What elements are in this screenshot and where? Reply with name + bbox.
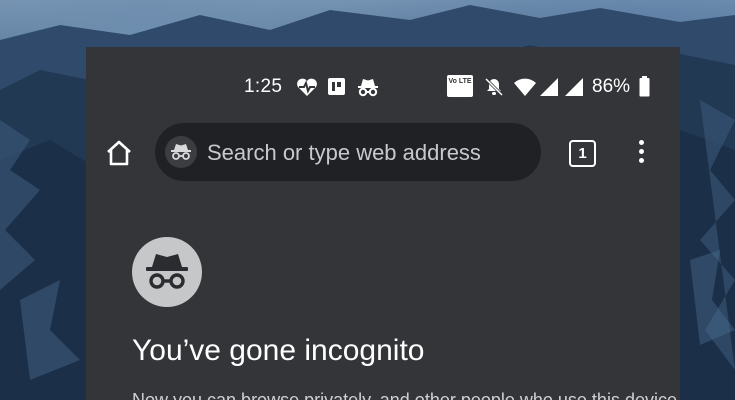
incognito-icon (356, 77, 380, 103)
menu-dot (638, 149, 644, 154)
status-bar: 1:25 Vo LTE 86% (86, 73, 680, 103)
incognito-description: Now you can browse privately, and other … (132, 390, 680, 400)
browser-toolbar: Search or type web address 1 (86, 123, 680, 183)
menu-dot (638, 140, 644, 145)
phone-screen: 1:25 Vo LTE 86% Search or type web addre… (86, 47, 680, 400)
status-time: 1:25 (244, 76, 283, 97)
cell-signal-icon (538, 77, 559, 103)
home-button[interactable] (104, 138, 136, 170)
incognito-icon (146, 254, 188, 289)
wifi-icon (513, 77, 537, 103)
omnibox-placeholder[interactable]: Search or type web address (207, 140, 481, 166)
more-vert-icon[interactable] (632, 136, 650, 170)
home-icon (107, 140, 131, 166)
incognito-avatar (132, 237, 202, 307)
heart-pulse-icon (296, 77, 318, 103)
volte-icon: Vo LTE (447, 75, 473, 97)
tab-switcher-button[interactable]: 1 (569, 140, 596, 167)
omnibox[interactable]: Search or type web address (155, 123, 541, 181)
menu-dot (638, 158, 644, 163)
incognito-icon (171, 144, 191, 160)
cell-signal-icon (563, 77, 584, 103)
battery-icon (639, 76, 650, 103)
omnibox-incognito-badge (165, 136, 197, 168)
incognito-headline: You’ve gone incognito (132, 334, 425, 367)
notifications-muted-icon (484, 77, 504, 103)
battery-percent: 86% (592, 76, 631, 97)
card-icon (327, 77, 346, 102)
